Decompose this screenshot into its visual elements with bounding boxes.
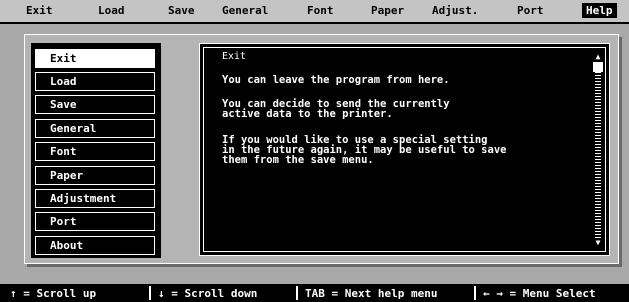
topic-exit[interactable]: Exit [35,49,155,68]
status-menu-select: ← → = Menu Select [483,287,596,300]
scroll-up-arrow-icon[interactable]: ▲ [593,52,603,62]
topic-port[interactable]: Port [35,212,155,231]
status-scroll-down: ↓ = Scroll down [158,287,258,300]
help-paragraph-3-line-3: them from the save menu. [222,154,374,166]
help-title: Exit [222,51,247,62]
scroll-track[interactable] [595,62,601,238]
scroll-thumb[interactable] [593,62,603,72]
menu-general[interactable]: General [222,4,268,17]
topic-load[interactable]: Load [35,72,155,91]
topic-general[interactable]: General [35,119,155,138]
menu-load[interactable]: Load [98,4,125,17]
status-divider [474,286,476,300]
status-tab-next: TAB = Next help menu [305,287,438,300]
topic-adjustment[interactable]: Adjustment [35,189,155,208]
menu-help[interactable]: Help [582,3,617,18]
help-paragraph-1: You can leave the program from here. [222,74,450,86]
menu-exit[interactable]: Exit [26,4,53,17]
menu-port[interactable]: Port [517,4,544,17]
topic-font[interactable]: Font [35,142,155,161]
menu-font[interactable]: Font [307,4,334,17]
help-scrollbar[interactable]: ▲ ▼ [593,52,603,248]
status-divider [296,286,298,300]
status-divider [149,286,151,300]
help-topic-list: Exit Load Save General Font Paper Adjust… [31,43,161,258]
status-bar: ↑ = Scroll up ↓ = Scroll down TAB = Next… [0,284,629,302]
menu-paper[interactable]: Paper [371,4,404,17]
topic-save[interactable]: Save [35,95,155,114]
scroll-down-arrow-icon[interactable]: ▼ [593,238,603,248]
status-scroll-up: ↑ = Scroll up [10,287,97,300]
help-paragraph-2-line-2: active data to the printer. [222,108,393,120]
topic-about[interactable]: About [35,236,155,255]
menu-adjust[interactable]: Adjust. [432,4,478,17]
topic-paper[interactable]: Paper [35,166,155,185]
menu-bar: Exit Load Save General Font Paper Adjust… [0,0,629,24]
menu-save[interactable]: Save [168,4,195,17]
